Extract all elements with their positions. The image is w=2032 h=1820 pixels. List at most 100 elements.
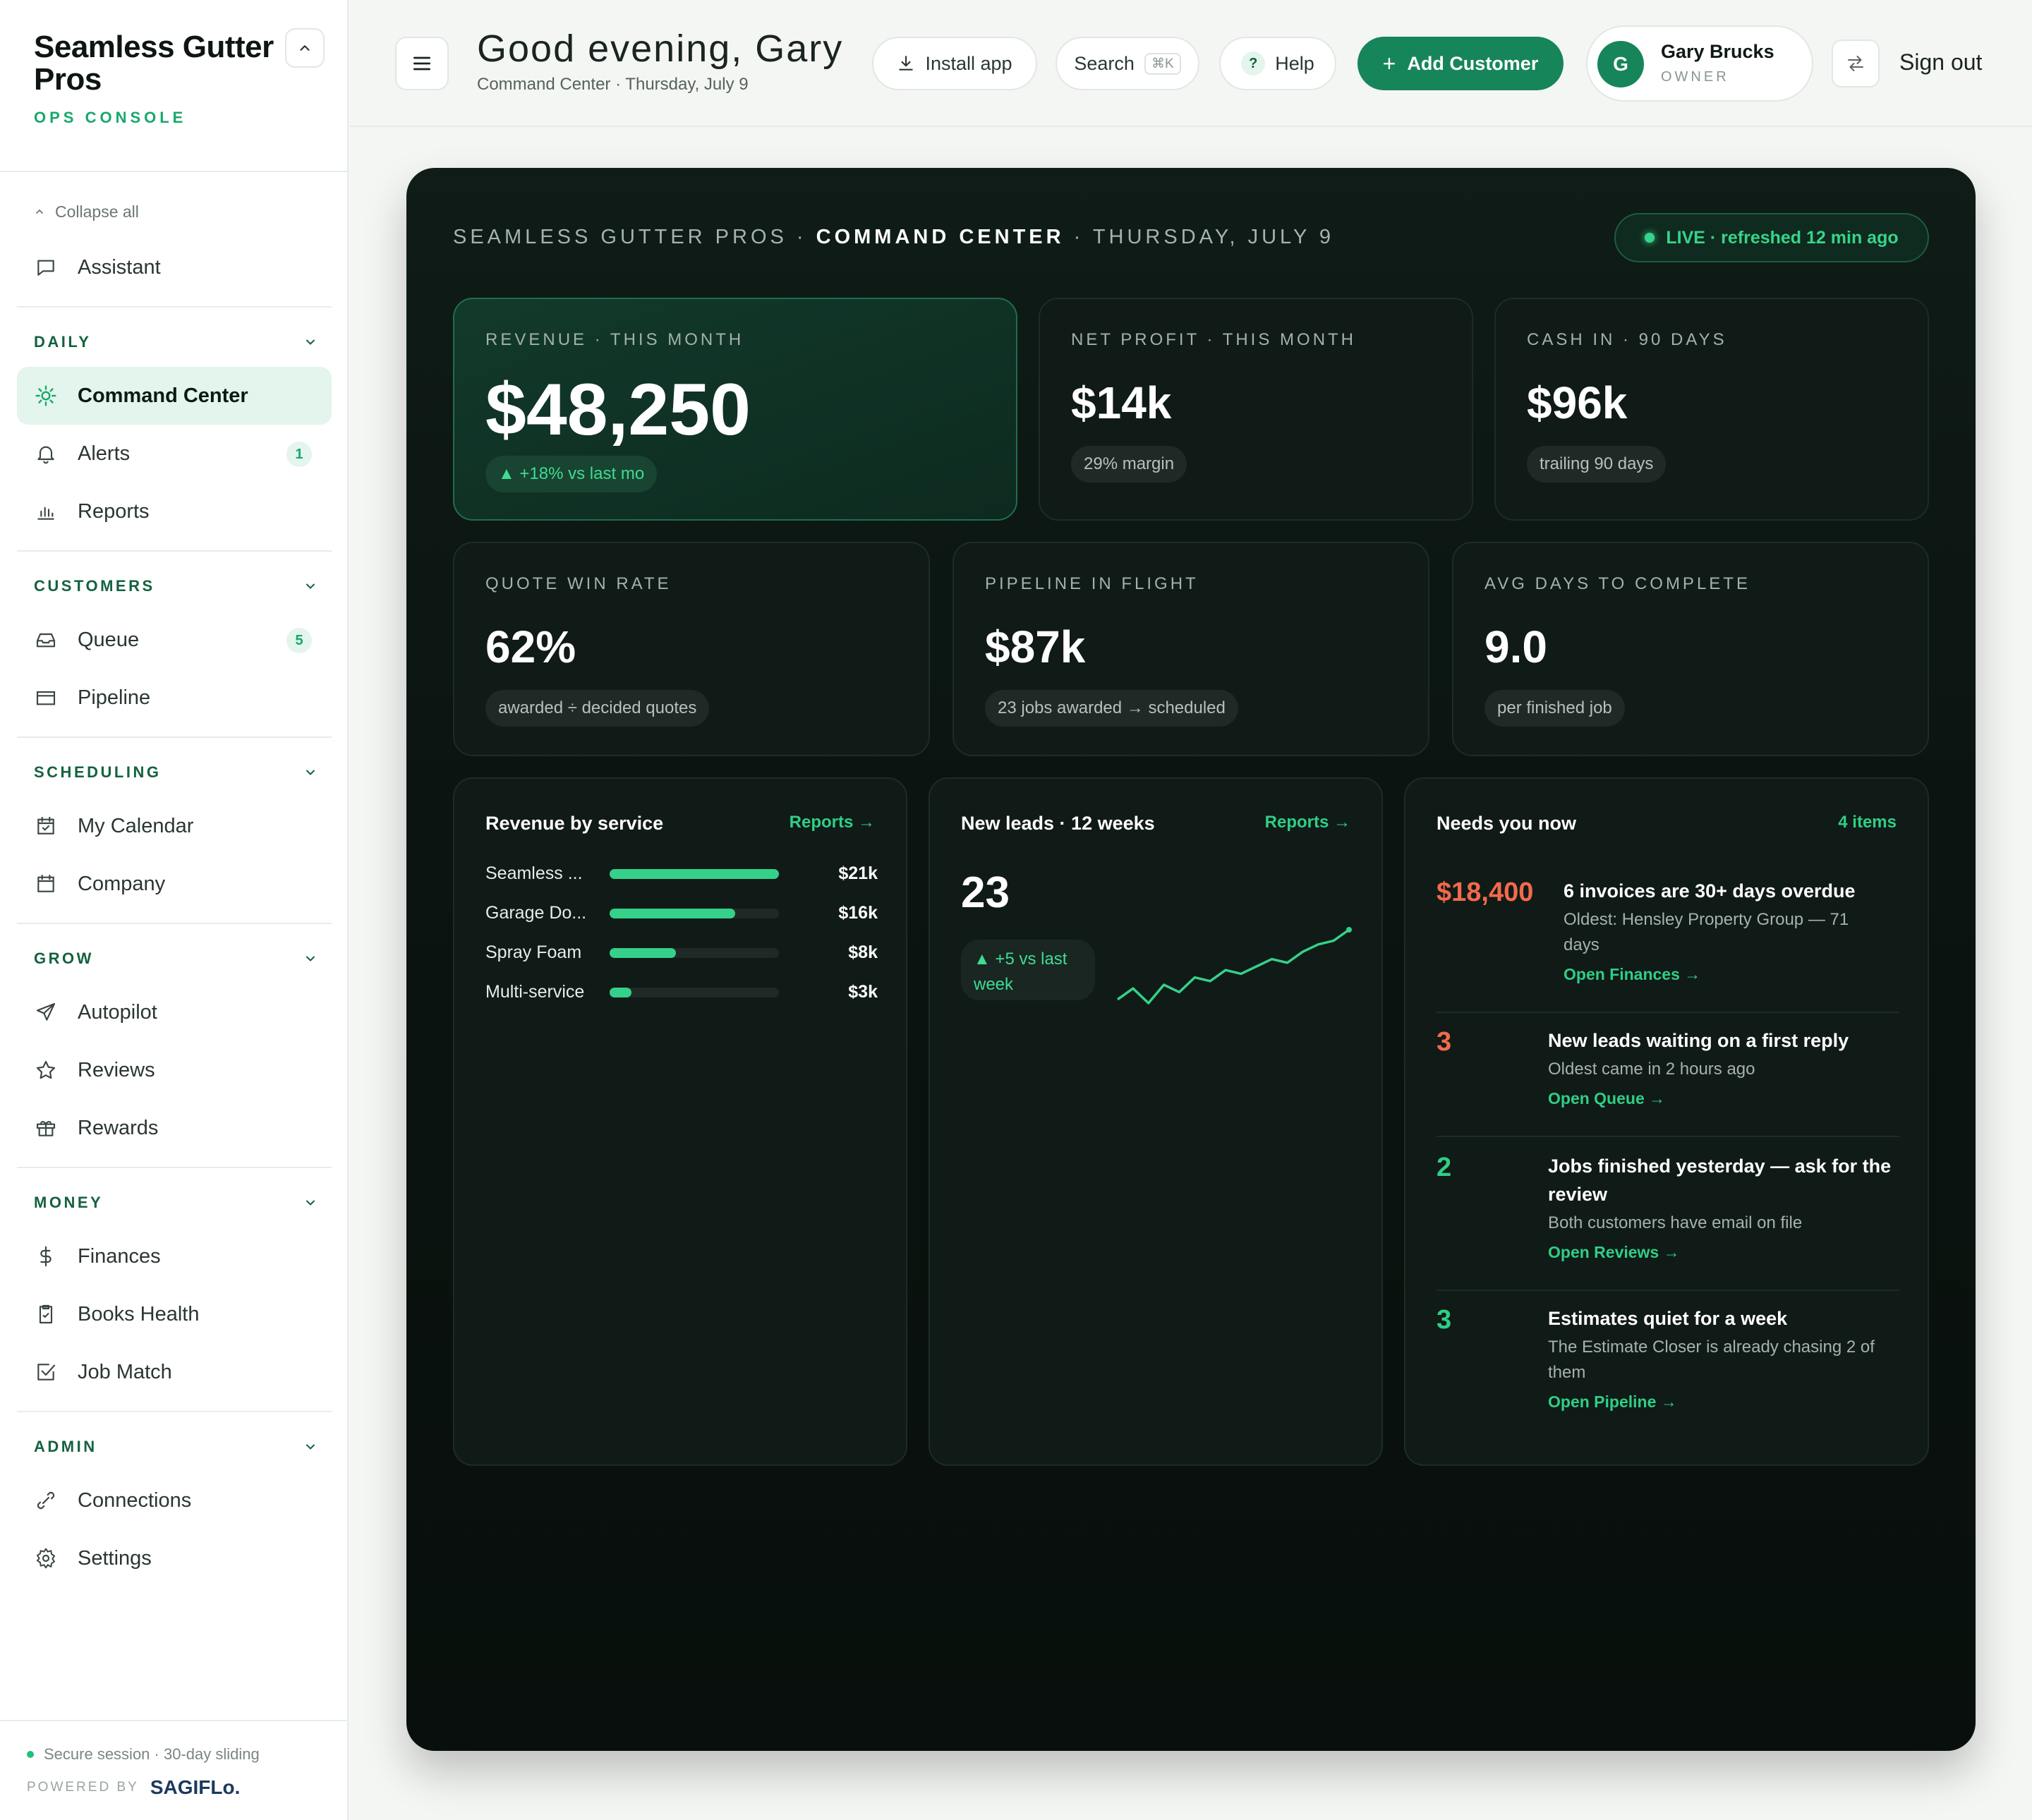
search-button[interactable]: Search ⌘K (1056, 37, 1199, 90)
sidebar-item-alerts[interactable]: Alerts 1 (17, 425, 332, 483)
sidebar-item-label: Alerts (78, 442, 131, 465)
sidebar-item-assistant[interactable]: Assistant (17, 238, 332, 296)
sidebar-item-autopilot[interactable]: Autopilot (17, 983, 332, 1041)
sidebar-collapse-button[interactable] (285, 28, 325, 68)
chat-icon (34, 255, 58, 279)
new-leads-value: 23 (961, 868, 1010, 917)
chevron-up-icon (36, 209, 43, 214)
section-money-header[interactable]: MONEY (17, 1178, 332, 1227)
user-role: OWNER (1661, 69, 1729, 85)
sidebar-item-label: Reviews (78, 1058, 155, 1081)
need-item: 2 Jobs finished yesterday — ask for the … (1437, 1153, 1899, 1261)
section-grow-header[interactable]: GROW (17, 934, 332, 983)
chevron-down-icon (306, 770, 315, 775)
sidebar-item-company[interactable]: Company (17, 855, 332, 913)
service-value: $3k (848, 982, 878, 1002)
need-description: Both customers have email on file (1548, 1213, 1803, 1232)
app-root: Seamless Gutter Pros OPS CONSOLE Collaps… (0, 0, 2032, 1820)
user-menu[interactable]: G Gary Brucks OWNER (1586, 25, 1813, 102)
brand-subtitle: OPS CONSOLE (34, 109, 187, 126)
open-pipeline-link[interactable]: Open Pipeline → (1548, 1393, 1677, 1412)
service-name: Spray Foam (485, 942, 582, 962)
bar-chart-icon (34, 499, 58, 523)
sidebar-item-job-match[interactable]: Job Match (17, 1343, 332, 1401)
trend-line: ▲ +5 vs last (974, 950, 1068, 969)
avatar: G (1597, 41, 1644, 87)
sidebar-item-finances[interactable]: Finances (17, 1227, 332, 1285)
new-leads-sparkline (1116, 927, 1352, 1005)
help-label: Help (1275, 52, 1314, 74)
install-app-button[interactable]: Install app (872, 37, 1037, 90)
kpi-cash-in-card[interactable]: CASH IN · 90 DAYS $96k trailing 90 days (1494, 298, 1929, 521)
kpi-value: $87k (985, 621, 1086, 672)
kpi-label: NET PROFIT · THIS MONTH (1071, 330, 1357, 349)
open-finances-link[interactable]: Open Finances → (1564, 965, 1700, 984)
sidebar-item-queue[interactable]: Queue 5 (17, 611, 332, 669)
service-value: $8k (848, 942, 878, 962)
service-row: Seamless ... $21k (485, 859, 878, 887)
live-status-badge: LIVE · refreshed 12 min ago (1614, 213, 1929, 262)
sidebar-item-label: Job Match (78, 1360, 172, 1383)
add-customer-button[interactable]: + Add Customer (1357, 37, 1564, 90)
kpi-avg-days-card[interactable]: AVG DAYS TO COMPLETE 9.0 per finished jo… (1452, 542, 1929, 756)
open-reviews-link[interactable]: Open Reviews → (1548, 1243, 1680, 1262)
sidebar-item-my-calendar[interactable]: My Calendar (17, 797, 332, 855)
sidebar-nav: Collapse all Assistant DAILY Command Cen… (17, 185, 332, 1587)
kpi-value: 9.0 (1484, 621, 1547, 672)
board-heading: SEAMLESS GUTTER PROS · COMMAND CENTER · … (453, 226, 1334, 249)
section-title: CUSTOMERS (34, 577, 155, 595)
sidebar-item-settings[interactable]: Settings (17, 1529, 332, 1587)
install-app-label: Install app (925, 52, 1012, 74)
live-status-label: LIVE · refreshed 12 min ago (1666, 227, 1899, 248)
service-bar-track (610, 869, 779, 879)
greeting: Good evening, Gary (477, 28, 844, 70)
panel-title: New leads · 12 weeks (961, 813, 1155, 834)
need-title: review (1548, 1184, 1608, 1205)
kpi-win-rate-card[interactable]: QUOTE WIN RATE 62% awarded ÷ decided quo… (453, 542, 930, 756)
help-button[interactable]: ? Help (1219, 37, 1336, 90)
collapse-all-button[interactable]: Collapse all (17, 185, 332, 238)
switch-account-button[interactable] (1832, 40, 1880, 87)
sidebar-item-books-health[interactable]: Books Health (17, 1285, 332, 1343)
sidebar-item-label: My Calendar (78, 814, 194, 837)
collapse-all-label: Collapse all (55, 202, 139, 221)
sidebar-item-pipeline[interactable]: Pipeline (17, 669, 332, 727)
reports-link[interactable]: Reports → (1265, 813, 1350, 832)
download-icon (899, 56, 914, 71)
sidebar-item-label: Settings (78, 1546, 152, 1570)
panel-title: Needs you now (1437, 813, 1577, 834)
sidebar-item-label: Assistant (78, 255, 161, 279)
brand: Seamless Gutter Pros OPS CONSOLE (34, 31, 288, 127)
need-description: them (1548, 1363, 1586, 1382)
section-scheduling-header[interactable]: SCHEDULING (17, 748, 332, 797)
inbox-icon (34, 628, 58, 652)
sidebar-item-command-center[interactable]: Command Center (17, 367, 332, 425)
sidebar-item-reviews[interactable]: Reviews (17, 1041, 332, 1099)
section-admin-header[interactable]: ADMIN (17, 1422, 332, 1472)
service-value: $16k (838, 903, 878, 923)
kpi-value: $96k (1527, 377, 1628, 428)
kpi-tag: 23 jobs awarded → scheduled (985, 690, 1238, 727)
check-square-icon (34, 1360, 58, 1384)
need-title: Estimates quiet for a week (1548, 1308, 1788, 1329)
menu-button[interactable] (395, 37, 449, 90)
sidebar-item-rewards[interactable]: Rewards (17, 1099, 332, 1157)
sign-out-link[interactable]: Sign out (1899, 49, 1982, 75)
kpi-pipeline-card[interactable]: PIPELINE IN FLIGHT $87k 23 jobs awarded … (953, 542, 1429, 756)
sidebar-item-reports[interactable]: Reports (17, 483, 332, 540)
section-daily-header[interactable]: DAILY (17, 317, 332, 367)
sidebar-item-label: Command Center (78, 384, 248, 407)
kpi-revenue-card[interactable]: REVENUE · THIS MONTH $48,250 ▲ +18% vs l… (453, 298, 1017, 521)
star-icon (34, 1058, 58, 1082)
need-description: Oldest came in 2 hours ago (1548, 1060, 1755, 1079)
section-customers-header[interactable]: CUSTOMERS (17, 562, 332, 611)
kpi-net-profit-card[interactable]: NET PROFIT · THIS MONTH $14k 29% margin (1039, 298, 1473, 521)
chevron-down-icon (306, 583, 315, 589)
reports-link[interactable]: Reports → (790, 813, 875, 832)
chevron-down-icon (306, 956, 315, 961)
board-heading-date: · THURSDAY, JULY 9 (1064, 226, 1334, 248)
sidebar-item-connections[interactable]: Connections (17, 1472, 332, 1529)
open-queue-link[interactable]: Open Queue → (1548, 1089, 1665, 1108)
section-title: ADMIN (34, 1438, 97, 1455)
clipboard-icon (34, 1302, 58, 1326)
